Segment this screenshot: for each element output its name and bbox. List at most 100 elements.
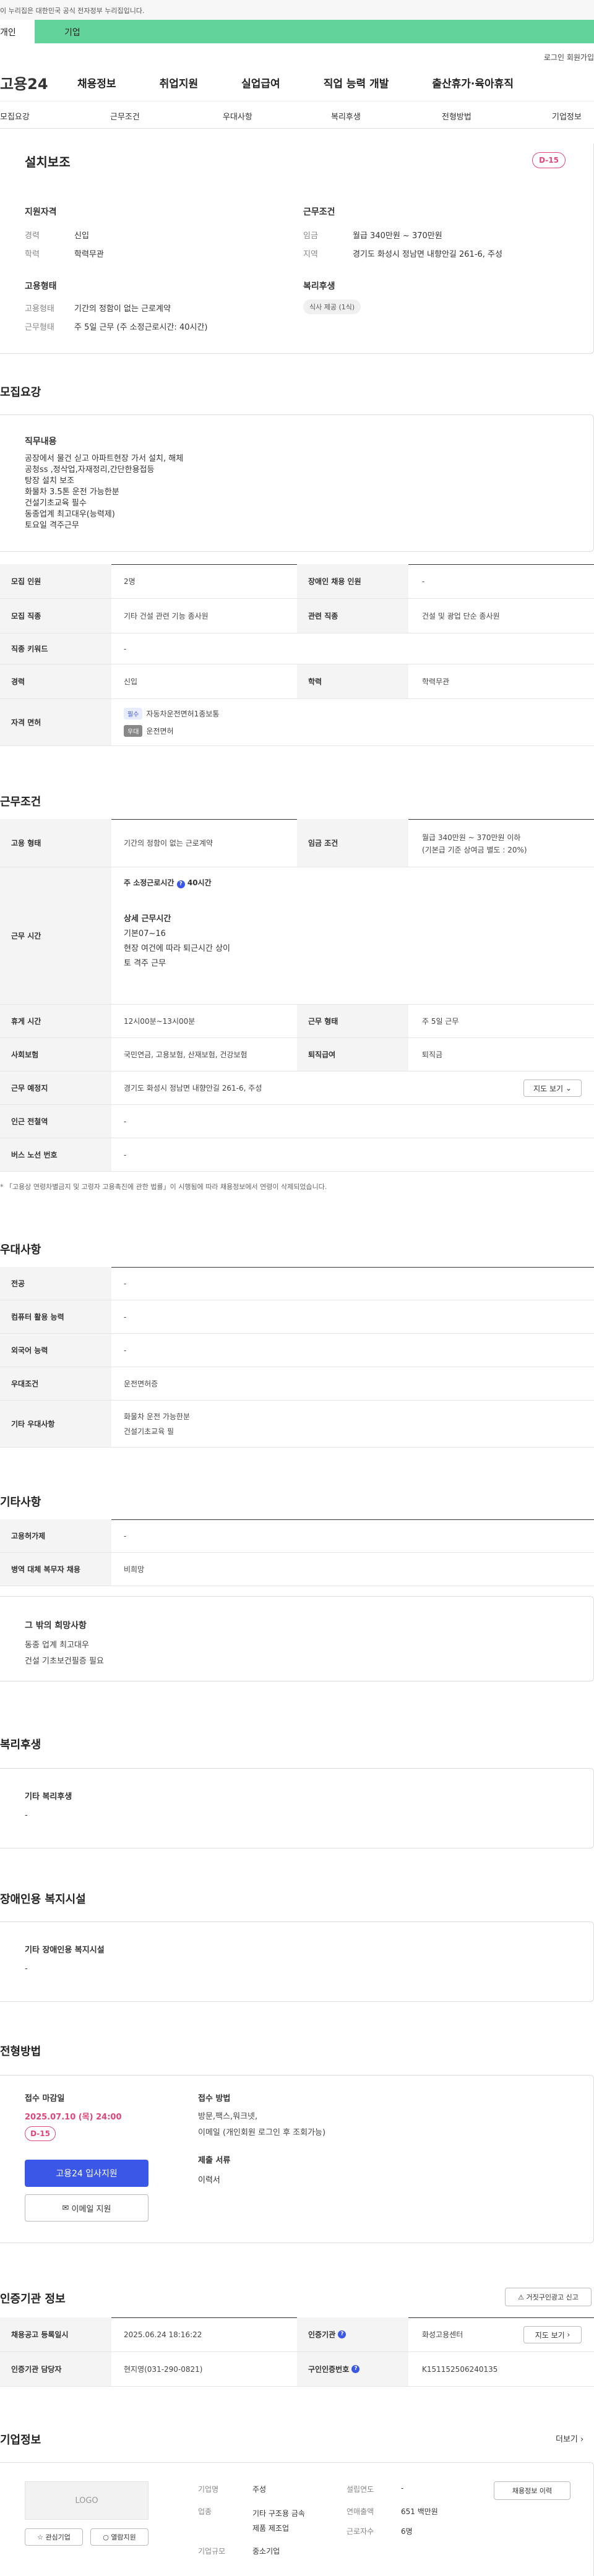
emp-label: 근로자수 [346, 2527, 374, 2536]
table-row: 우대조건 운전면허증 [0, 1367, 594, 1401]
detail-hours: 상세 근무시간 기본07~16 현장 여건에 따라 퇴근시간 상이 토 격주 근… [124, 912, 230, 971]
welfare-title: 복리후생 [303, 281, 335, 291]
job-history-button[interactable]: 채용정보 이력 [494, 2481, 570, 2500]
help-icon[interactable]: ? [338, 2330, 346, 2338]
help-icon[interactable]: ? [351, 2365, 360, 2373]
util-links: 로그인 회원가입 [0, 43, 594, 64]
row-value: 12시00분~13시00분 [124, 1017, 196, 1026]
cert-title: 인증기관 정보 [0, 2293, 66, 2306]
site-logo[interactable]: 고용24 [0, 72, 68, 93]
table-row: 채용공고 등록일시 2025.06.24 18:16:22 인증기관 ? 화성고… [0, 2317, 594, 2352]
row-label: 구인인증번호 ? [297, 2352, 408, 2386]
hope-box: 그 밖의 희망사항 동종 업계 최고대우 건설 기초보건필증 필요 [0, 1596, 594, 1681]
tab-recruit[interactable]: 모집요강 [0, 110, 30, 122]
etc-pref-text: 화물차 운전 가능한분 건설기초교육 필 [124, 1409, 190, 1439]
gnb-item-jobs[interactable]: 채용정보 [77, 75, 116, 90]
tab-screening[interactable]: 전형방법 [442, 110, 471, 122]
license-name: 운전면허 [146, 727, 174, 736]
gnb-item-leave[interactable]: 출산휴가·육아휴직 [432, 75, 514, 90]
detail-line: 기본07~16 [124, 929, 166, 938]
duty-box: 직무내용 공장에서 물건 싣고 아파트현장 가서 설치, 해체 공청ss ,정삭… [0, 414, 594, 552]
cert-map-button[interactable]: 지도 보기 › [523, 2326, 582, 2343]
fav-company-button[interactable]: ☆ 관심기업 [25, 2528, 83, 2546]
name-value: 주성 [252, 2485, 267, 2494]
edu-label: 학력 [25, 250, 40, 259]
gnb-item-training[interactable]: 직업 능력 개발 [324, 75, 389, 90]
row-label: 학력 [297, 664, 408, 698]
docs-title: 제출 서류 [198, 2156, 231, 2165]
tab-individual[interactable]: 개인 [0, 20, 35, 43]
chevron-down-icon: ⌄ [565, 1084, 572, 1093]
row-value: 기타 건설 관련 기능 종사원 [124, 612, 209, 620]
table-row: 고용허가제 - [0, 1519, 594, 1553]
mail-icon: ✉ [62, 2203, 69, 2213]
hope-title: 그 밖의 희망사항 [25, 1621, 87, 1631]
tab-conditions[interactable]: 근무조건 [110, 110, 140, 122]
join-link[interactable]: 회원가입 [567, 52, 594, 62]
star-icon: ☆ [37, 2533, 43, 2541]
row-label: 사회보험 [0, 1038, 111, 1071]
row-label: 장애인 채용 인원 [297, 564, 408, 598]
row-value: 경기도 화성시 정남면 내향안길 261-6, 주성 [124, 1084, 262, 1093]
duty-line: 공장에서 물건 싣고 아파트현장 가서 설치, 해체 [25, 454, 184, 463]
table-row: 전공 - [0, 1267, 594, 1300]
row-value: - [124, 1279, 127, 1288]
gnb-item-unemployment[interactable]: 실업급여 [241, 75, 280, 90]
duty-line: 건설기초교육 필수 [25, 499, 87, 508]
tab-welfare[interactable]: 복리후생 [331, 110, 361, 122]
method-title: 접수 방법 [198, 2094, 231, 2103]
request-view-button[interactable]: ○ 열람지원 [90, 2528, 148, 2546]
deadline-value: 2025.07.10 (목) 24:00 [25, 2113, 122, 2122]
row-value: - [124, 1150, 127, 1159]
email-apply-button[interactable]: ✉ 이메일 지원 [25, 2194, 148, 2222]
apply-button[interactable]: 고용24 입사지원 [25, 2160, 148, 2187]
tab-preference[interactable]: 우대사항 [223, 110, 252, 122]
method-line: 이메일 (개인회원 로그인 후 조회가능) [198, 2128, 326, 2137]
industry-value: 기타 구조용 금속 제품 제조업 [252, 2506, 305, 2536]
map-button-label: 지도 보기 [535, 2330, 565, 2340]
table-row: 고용 형태 기간의 정함이 없는 근로계약 임금 조건 월급 340만원 ~ 3… [0, 819, 594, 867]
map-button[interactable]: 지도 보기 ⌄ [523, 1080, 582, 1097]
login-link[interactable]: 로그인 [544, 52, 564, 62]
career-value: 신입 [74, 231, 89, 241]
gov-banner: 이 누리집은 대한민국 공식 전자정부 누리집입니다. [0, 0, 594, 20]
name-label: 기업명 [198, 2485, 219, 2494]
disabled-box-title: 기타 장애인용 복지시설 [25, 1946, 105, 1955]
row-label: 경력 [0, 664, 111, 698]
row-label: 인증기관 담당자 [0, 2352, 111, 2386]
help-icon[interactable]: ? [176, 880, 185, 888]
row-value: 비희망 [124, 1565, 145, 1574]
tab-company[interactable]: 기업 [35, 20, 594, 43]
tab-company[interactable]: 기업정보 [552, 110, 582, 122]
detail-line: 토 격주 근무 [124, 959, 166, 968]
welfare-chip: 식사 제공 (1식) [303, 299, 361, 314]
qual-title: 지원자격 [25, 207, 57, 217]
wage-value: 월급 340만원 ~ 370만원 [353, 231, 442, 241]
row-value: 현지영(031-290-0821) [124, 2365, 203, 2374]
emp-type-label: 고용형태 [25, 304, 54, 314]
row-value: 신입 [124, 677, 138, 686]
row-value: 건설 및 광업 단순 종사원 [422, 612, 500, 620]
more-label: 더보기 [556, 2435, 578, 2444]
row-value: 국민연금, 고용보험, 산재보험, 건강보험 [124, 1050, 248, 1059]
row-label: 관련 직종 [297, 599, 408, 633]
row-value: - [124, 1117, 127, 1126]
hope-line: 건설 기초보건필증 필요 [25, 1657, 104, 1666]
row-value: - [124, 1312, 127, 1321]
report-fake-ad-button[interactable]: ⚠ 거짓구인광고 신고 [505, 2288, 592, 2306]
industry-line: 기타 구조용 금속 [252, 2509, 305, 2518]
more-link[interactable]: 더보기 › [556, 2432, 583, 2444]
chevron-right-icon: › [567, 2330, 570, 2339]
year-value: - [401, 2484, 404, 2492]
other-title: 기타사항 [0, 1496, 41, 1509]
gnb-item-employment-support[interactable]: 취업지원 [160, 75, 199, 90]
license-name: 자동차운전면허1종보통 [146, 710, 220, 718]
row-value: 2명 [124, 577, 136, 586]
table-row: 자격 면허 필수 자동차운전면허1종보통 우대 운전면허 [0, 699, 594, 746]
duty-text: 공장에서 물건 싣고 아파트현장 가서 설치, 해체 공청ss ,정삭업,자재정… [25, 453, 183, 531]
preferred-tag: 우대 [124, 725, 143, 737]
etc-line: 건설기초교육 필 [124, 1427, 174, 1436]
edu-value: 학력무관 [74, 250, 104, 259]
chevron-right-icon: › [580, 2435, 584, 2444]
fav-label: 관심기업 [45, 2533, 71, 2541]
